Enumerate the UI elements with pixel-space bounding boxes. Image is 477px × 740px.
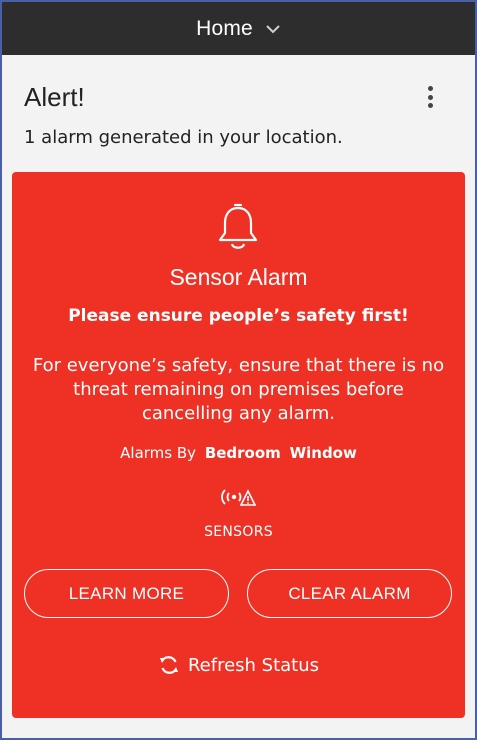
learn-more-button[interactable]: LEARN MORE <box>24 569 229 618</box>
page-bottom <box>2 718 475 738</box>
safety-message: For everyone’s safety, ensure that there… <box>32 355 445 424</box>
chevron-down-icon[interactable] <box>265 21 281 37</box>
alert-title: Alert! <box>24 82 85 112</box>
alarms-by-line: Alarms By Bedroom Window <box>12 444 465 462</box>
clear-alarm-button[interactable]: CLEAR ALARM <box>247 569 452 618</box>
more-vertical-icon[interactable] <box>420 83 440 111</box>
refresh-status-label: Refresh Status <box>187 654 320 676</box>
alarm-title: Sensor Alarm <box>169 264 308 290</box>
sensors-label[interactable]: SENSORS <box>12 524 465 540</box>
alarms-by-label: Alarms By <box>120 444 197 462</box>
alert-subtitle: 1 alarm generated in your location. <box>24 127 343 148</box>
top-app-bar: Home <box>2 2 475 55</box>
alarm-location: Bedroom <box>204 444 281 462</box>
bell-icon <box>218 203 258 249</box>
alert-header: Alert! 1 alarm generated in your locatio… <box>2 55 475 172</box>
alarm-device: Window <box>289 444 357 462</box>
safety-warning: Please ensure people’s safety first! <box>68 306 409 326</box>
location-title[interactable]: Home <box>196 17 253 41</box>
sensor-alert-icon[interactable] <box>219 486 259 508</box>
alarm-card: Sensor Alarm Please ensure people’s safe… <box>12 172 465 718</box>
refresh-status-button[interactable]: Refresh Status <box>12 654 465 676</box>
refresh-icon <box>159 656 178 674</box>
